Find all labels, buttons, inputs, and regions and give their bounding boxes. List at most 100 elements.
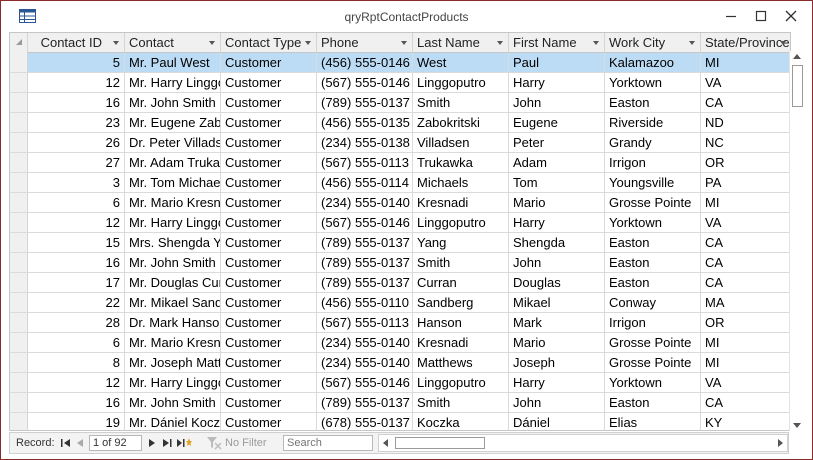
table-cell[interactable]: Easton [605,393,701,413]
table-cell[interactable]: VA [701,213,790,233]
table-cell[interactable]: Dr. Mark Hanson [125,313,221,333]
table-row[interactable]: 12Mr. Harry LinggoputroCustomer(567) 555… [10,373,790,393]
scroll-left-icon[interactable] [383,439,388,447]
column-filter-dropdown-icon[interactable] [689,41,695,45]
last-record-icon[interactable] [161,436,173,450]
table-cell[interactable]: VA [701,73,790,93]
table-cell[interactable]: 3 [28,173,125,193]
table-cell[interactable]: CA [701,93,790,113]
select-all-corner[interactable] [10,33,28,53]
table-cell[interactable]: Sandberg [413,293,509,313]
table-row[interactable]: 3 Mr. Tom Michaels Customer (456) 555-0114 M… [10,173,790,193]
table-cell[interactable]: Linggoputro [413,373,509,393]
table-cell[interactable]: (789) 555-0137 [317,233,413,253]
table-cell[interactable]: CA [701,233,790,253]
table-cell[interactable]: Yorktown [605,73,701,93]
table-row[interactable]: 15Mrs. Shengda YangCustomer(789) 555-013… [10,233,790,253]
table-cell[interactable]: Mr. John Smith [125,253,221,273]
table-cell[interactable]: 16 [28,393,125,413]
table-cell[interactable]: Tom [509,173,605,193]
table-cell[interactable]: Customer [221,393,317,413]
table-cell[interactable]: Elias [605,413,701,430]
table-cell[interactable]: 27 [28,153,125,173]
table-cell[interactable]: Mikael [509,293,605,313]
column-header[interactable]: Last Name [413,33,509,53]
table-cell[interactable]: Mr. John Smith [125,93,221,113]
table-cell[interactable]: 12 [28,373,125,393]
table-cell[interactable]: (789) 555-0137 [317,393,413,413]
table-cell[interactable]: Adam [509,153,605,173]
table-cell[interactable]: MI [701,53,790,73]
row-selector[interactable] [10,113,28,133]
title-bar[interactable]: qryRptContactProducts [1,1,812,31]
table-cell[interactable]: Customer [221,333,317,353]
table-cell[interactable]: MI [701,353,790,373]
table-cell[interactable]: (567) 555-0113 [317,313,413,333]
table-row[interactable]: 5 Mr. Paul West Customer (456) 555-0146 West… [10,53,790,73]
table-row[interactable]: 6Mr. Mario KresnadiCustomer(234) 555-014… [10,333,790,353]
row-selector[interactable] [10,353,28,373]
table-cell[interactable]: Customer [221,233,317,253]
table-cell[interactable]: Peter [509,133,605,153]
table-cell[interactable]: John [509,253,605,273]
table-cell[interactable]: 17 [28,273,125,293]
table-cell[interactable]: CA [701,273,790,293]
table-cell[interactable]: Customer [221,313,317,333]
search-input[interactable] [283,435,373,451]
table-row[interactable]: 6Mr. Mario KresnadiCustomer(234) 555-014… [10,193,790,213]
table-cell[interactable]: Customer [221,153,317,173]
column-filter-dropdown-icon[interactable] [401,41,407,45]
table-cell[interactable]: VA [701,373,790,393]
table-cell[interactable]: Eugene [509,113,605,133]
table-cell[interactable]: CA [701,393,790,413]
horizontal-scroll-thumb[interactable] [395,437,485,449]
table-cell[interactable]: Smith [413,93,509,113]
table-cell[interactable]: (678) 555-0137 [317,413,413,430]
table-cell[interactable]: 19 [28,413,125,430]
table-cell[interactable]: 12 [28,73,125,93]
row-selector[interactable] [10,253,28,273]
table-cell[interactable]: 6 [28,193,125,213]
row-selector[interactable] [10,133,28,153]
table-cell[interactable]: KY [701,413,790,430]
row-selector[interactable] [10,193,28,213]
table-row[interactable]: 16 Mr. John Smith Customer (789) 555-0137 Sm… [10,393,790,413]
table-cell[interactable]: Customer [221,113,317,133]
next-record-icon[interactable] [146,436,158,450]
table-row[interactable]: 22Mr. Mikael SandbergCustomer(456) 555-0… [10,293,790,313]
minimize-icon[interactable] [719,5,743,27]
table-cell[interactable]: 16 [28,93,125,113]
table-cell[interactable]: Customer [221,93,317,113]
table-cell[interactable]: 12 [28,213,125,233]
table-cell[interactable]: Zabokritski [413,113,509,133]
table-cell[interactable]: Kalamazoo [605,53,701,73]
table-cell[interactable]: Customer [221,413,317,430]
table-cell[interactable]: Koczka [413,413,509,430]
table-cell[interactable]: Dániel [509,413,605,430]
table-cell[interactable]: Customer [221,293,317,313]
table-cell[interactable]: Customer [221,273,317,293]
table-cell[interactable]: Hanson [413,313,509,333]
table-cell[interactable]: Mark [509,313,605,333]
table-cell[interactable]: 8 [28,353,125,373]
table-cell[interactable]: (789) 555-0137 [317,273,413,293]
table-cell[interactable]: 15 [28,233,125,253]
table-cell[interactable]: Easton [605,93,701,113]
table-cell[interactable]: Yorktown [605,213,701,233]
table-cell[interactable]: Mr. Mikael Sandberg [125,293,221,313]
table-cell[interactable]: Linggoputro [413,73,509,93]
table-cell[interactable]: Easton [605,253,701,273]
table-cell[interactable]: (456) 555-0135 [317,113,413,133]
table-cell[interactable]: Customer [221,133,317,153]
table-cell[interactable]: NC [701,133,790,153]
table-row[interactable]: 16 Mr. John Smith Customer (789) 555-0137 Sm… [10,93,790,113]
close-icon[interactable] [779,5,803,27]
table-cell[interactable]: John [509,93,605,113]
table-cell[interactable]: Easton [605,273,701,293]
column-header[interactable]: Contact Type [221,33,317,53]
table-cell[interactable]: Linggoputro [413,213,509,233]
table-cell[interactable]: Dr. Peter Villadsen [125,133,221,153]
table-cell[interactable]: Yang [413,233,509,253]
table-cell[interactable]: Shengda [509,233,605,253]
table-cell[interactable]: Grosse Pointe [605,333,701,353]
